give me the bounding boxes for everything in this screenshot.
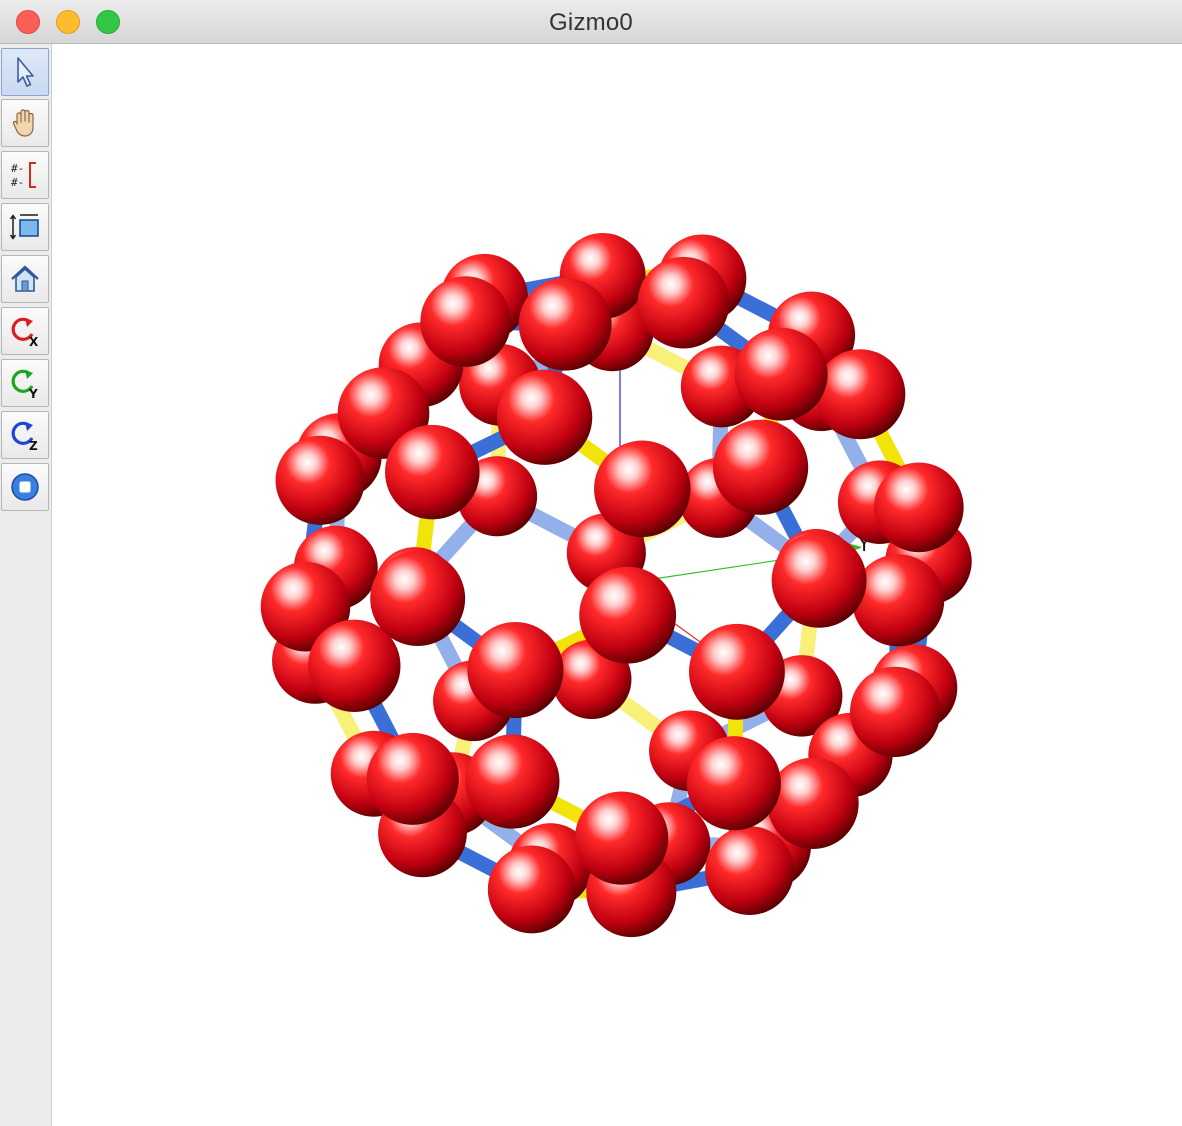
carbon-atom[interactable] [712, 419, 809, 515]
carbon-atom[interactable] [849, 666, 941, 758]
carbon-atom[interactable] [574, 791, 669, 885]
fit-frame-icon [9, 214, 39, 240]
svg-text:#-: #- [11, 162, 24, 175]
carbon-atom[interactable] [688, 623, 785, 720]
svg-text:#-: #- [11, 176, 24, 189]
carbon-atom[interactable] [852, 554, 945, 647]
rotate-z-tool-button[interactable]: Z [1, 411, 49, 459]
select-tool-button[interactable] [1, 48, 49, 96]
cursor-arrow-icon [17, 57, 34, 87]
carbon-atom[interactable] [594, 440, 691, 538]
carbon-atom[interactable] [815, 349, 906, 440]
fit-view-tool-button[interactable] [1, 203, 49, 251]
carbon-atom[interactable] [686, 736, 781, 831]
rotate-y-tool-button[interactable]: Y [1, 359, 49, 407]
carbon-atom[interactable] [496, 369, 593, 465]
carbon-atom[interactable] [873, 462, 964, 553]
carbon-atom[interactable] [518, 277, 612, 371]
stop-tool-button[interactable] [1, 463, 49, 511]
molecule-scene[interactable]: Z Y X [52, 44, 1182, 1126]
rotate-x-tool-button[interactable]: X [1, 307, 49, 355]
carbon-atom[interactable] [420, 276, 511, 367]
tool-palette: #- #- X Y Z [0, 44, 52, 1126]
carbon-atom[interactable] [637, 256, 730, 349]
atoms-layer [260, 232, 972, 938]
carbon-atom[interactable] [370, 551, 466, 647]
carbon-atom[interactable] [487, 845, 576, 934]
rotate-y-icon: Y [11, 369, 38, 400]
svg-text:Y: Y [28, 387, 38, 400]
rotate-x-icon: X [11, 317, 39, 348]
carbon-atom[interactable] [579, 566, 677, 664]
window-title: Gizmo0 [549, 9, 633, 36]
carbon-atom[interactable] [767, 757, 859, 849]
home-view-tool-button[interactable] [1, 255, 49, 303]
carbon-atom[interactable] [771, 532, 867, 628]
carbon-atom[interactable] [705, 826, 795, 915]
rotate-z-icon: Z [11, 421, 38, 452]
carbon-atom[interactable] [275, 435, 365, 525]
carbon-atom[interactable] [465, 734, 560, 829]
pan-tool-button[interactable] [1, 99, 49, 147]
stop-icon [11, 473, 39, 501]
svg-text:X: X [29, 335, 39, 348]
3d-viewport[interactable]: Z Y X [52, 44, 1182, 1126]
title-bar[interactable]: Gizmo0 [0, 0, 1182, 44]
carbon-atom[interactable] [734, 327, 828, 421]
svg-text:Z: Z [29, 439, 38, 452]
carbon-atom[interactable] [467, 622, 564, 719]
carbon-atom[interactable] [385, 424, 480, 520]
measure-bracket-icon: #- #- [11, 162, 36, 189]
home-icon [11, 265, 39, 292]
hand-icon [12, 109, 34, 137]
measure-tool-button[interactable]: #- #- [1, 151, 49, 199]
app-window: Gizmo0 #- #- X Y Z Y [0, 0, 1182, 1126]
carbon-atom[interactable] [366, 732, 459, 825]
